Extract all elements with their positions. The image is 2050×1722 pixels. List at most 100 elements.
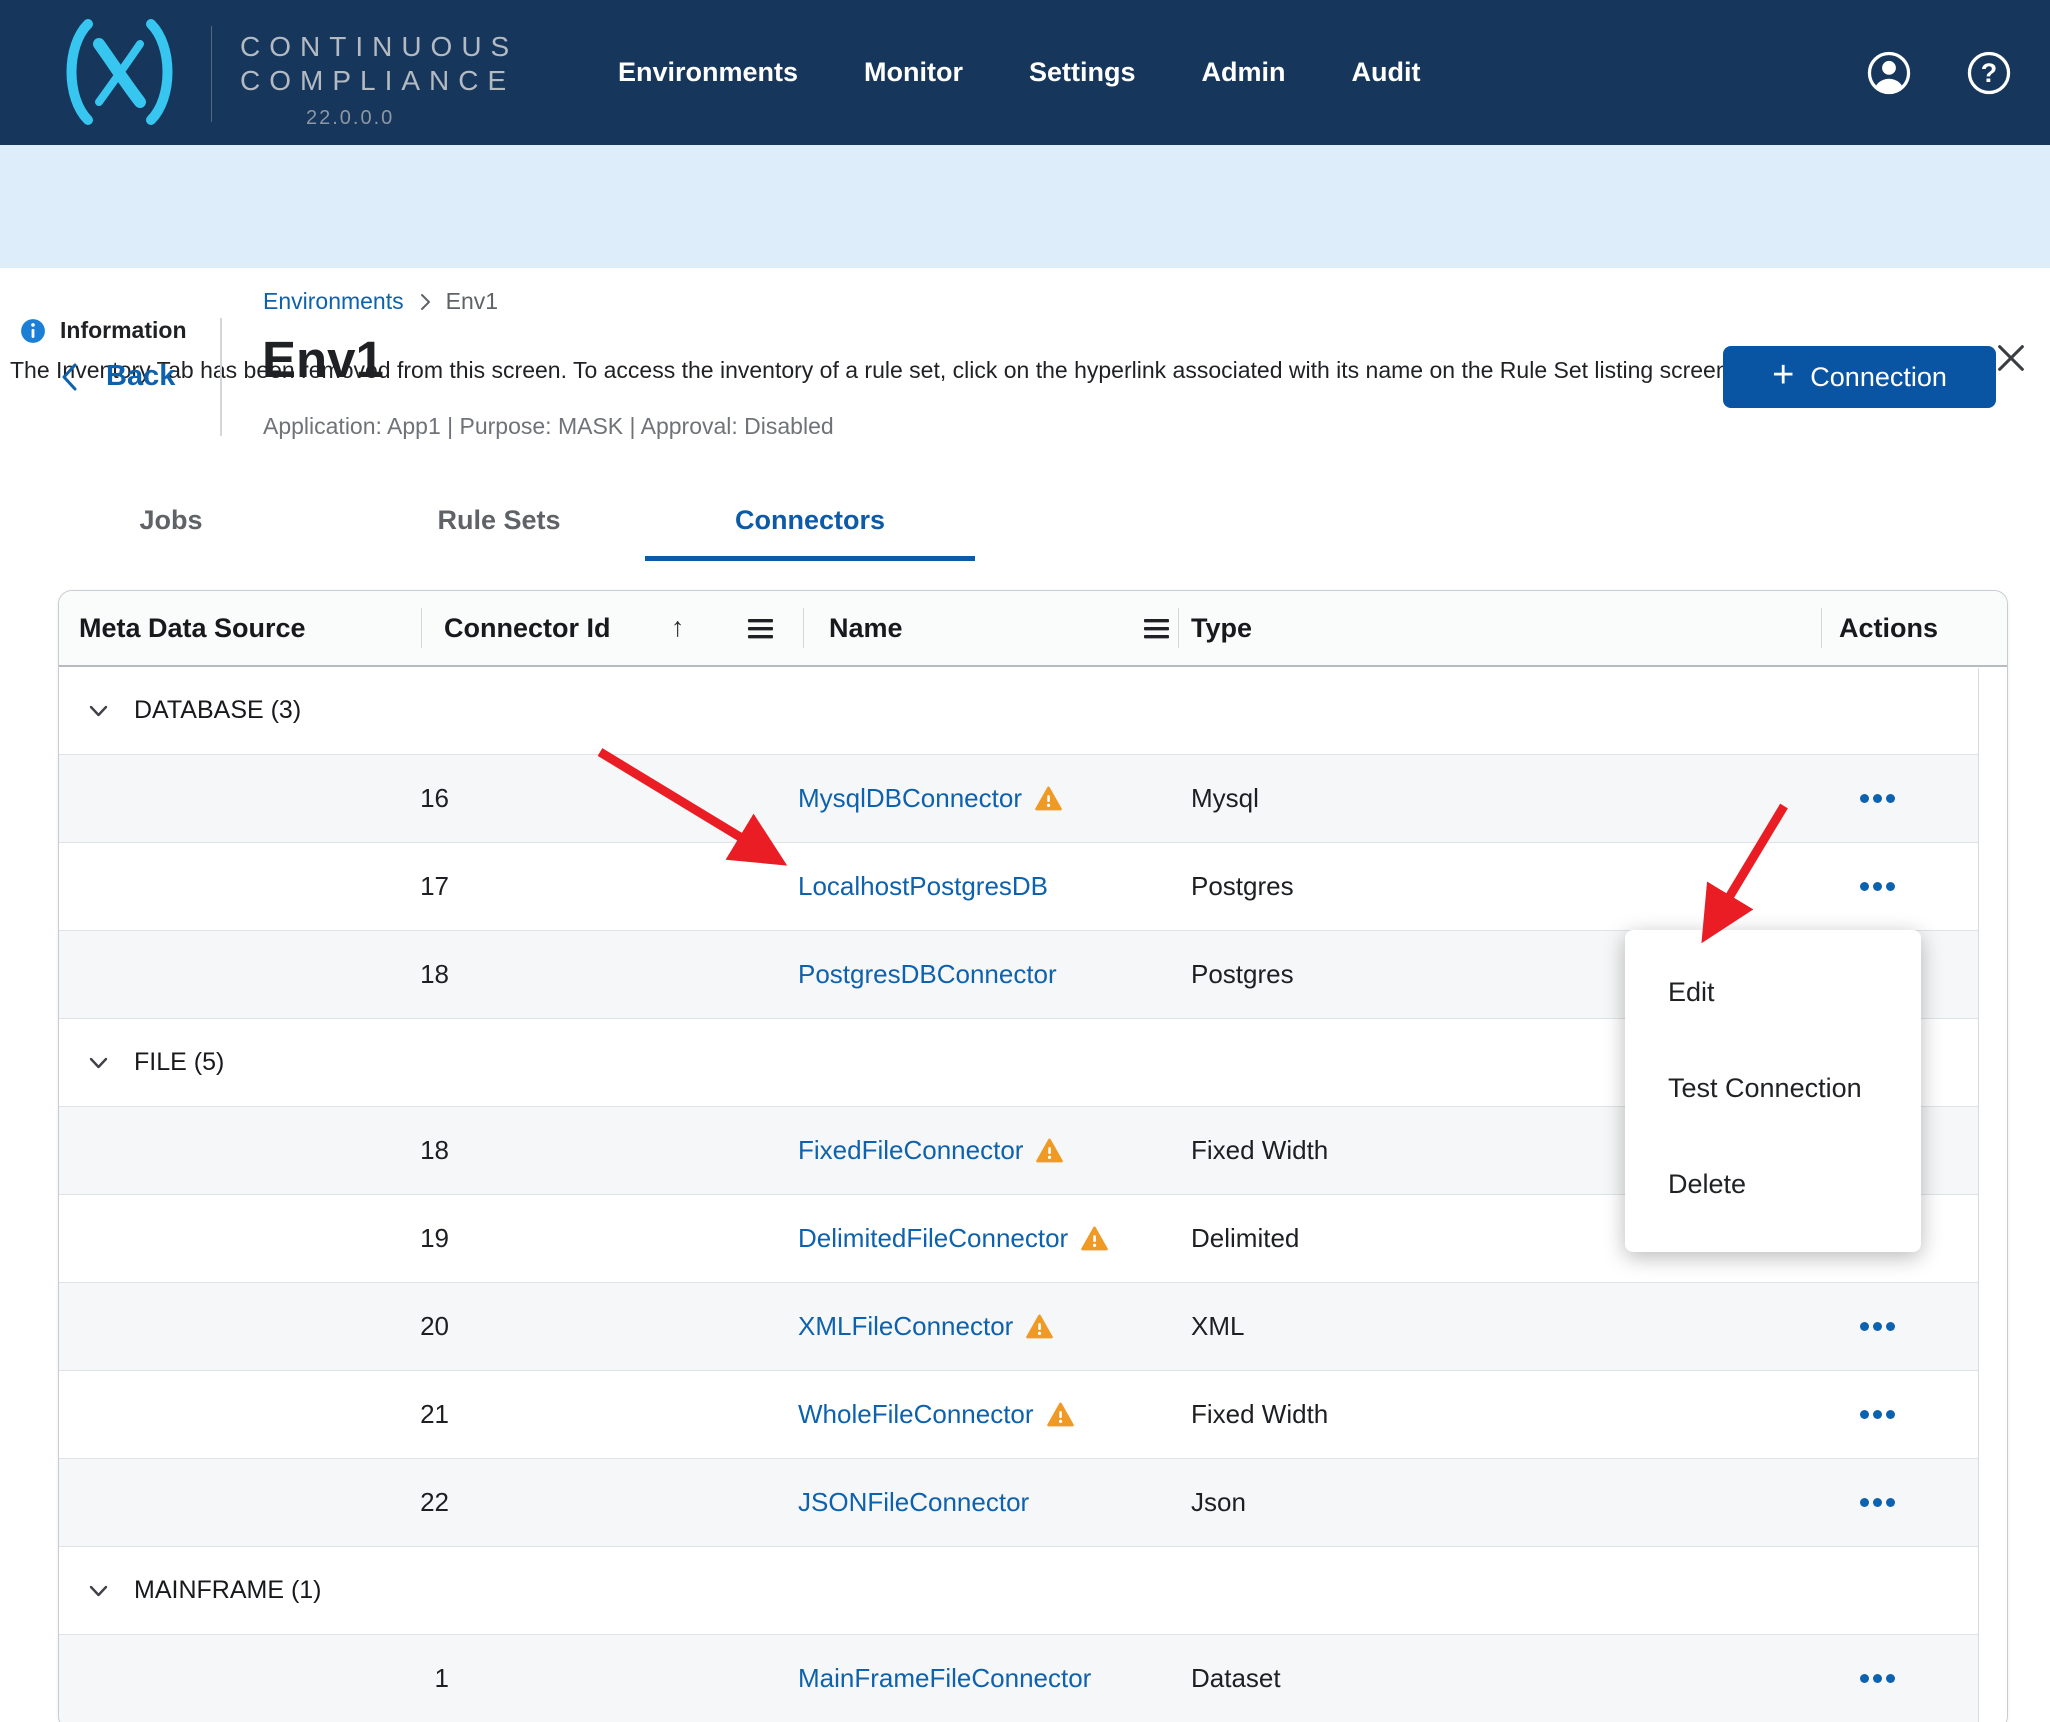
page-title: Env1 — [262, 331, 384, 388]
connector-id-cell: 17 — [420, 871, 449, 901]
row-actions-button[interactable] — [1860, 1371, 1895, 1458]
column-header-type[interactable]: Type — [1191, 591, 1252, 665]
menu-item-test-connection[interactable]: Test Connection — [1625, 1040, 1921, 1136]
connector-name-link[interactable]: MainFrameFileConnector — [798, 1663, 1091, 1694]
tab-jobs[interactable]: Jobs — [139, 505, 202, 536]
connector-type-cell: Postgres — [1191, 959, 1294, 989]
page-subtitle: Application: App1 | Purpose: MASK | Appr… — [263, 413, 834, 439]
connector-name-link[interactable]: MysqlDBConnector — [798, 783, 1022, 814]
page: CONTINUOUS COMPLIANCE 22.0.0.0 Environme… — [0, 0, 2050, 1722]
chevron-left-icon — [62, 363, 77, 390]
row-actions-button[interactable] — [1860, 1635, 1895, 1722]
group-row-mainframe-1[interactable]: MAINFRAME (1) — [59, 1547, 2007, 1635]
add-connection-button[interactable]: + Connection — [1723, 346, 1996, 408]
chevron-down-icon[interactable] — [89, 1055, 108, 1071]
connector-name-cell: XMLFileConnector — [798, 1283, 1054, 1370]
table-row: 20 XMLFileConnector XML — [59, 1283, 2007, 1371]
group-label: DATABASE (3) — [134, 696, 302, 724]
warning-icon — [1046, 1402, 1074, 1427]
column-divider — [421, 608, 422, 648]
user-account-icon[interactable] — [1866, 50, 1912, 96]
connector-id-cell: 21 — [420, 1399, 449, 1429]
connector-name-cell: JSONFileConnector — [798, 1459, 1029, 1546]
table-row: 1 MainFrameFileConnector Dataset — [59, 1635, 2007, 1722]
nav-icons: ? — [1866, 0, 2012, 145]
banner-title: Information — [60, 317, 187, 343]
help-icon[interactable]: ? — [1966, 50, 2012, 96]
chevron-down-icon[interactable] — [89, 703, 108, 719]
row-actions-button[interactable] — [1860, 755, 1895, 842]
group-label: MAINFRAME (1) — [134, 1576, 322, 1604]
top-navbar: CONTINUOUS COMPLIANCE 22.0.0.0 Environme… — [0, 0, 2050, 145]
connector-type-cell: Postgres — [1191, 871, 1294, 901]
column-menu-icon[interactable] — [1143, 617, 1170, 641]
connector-name-cell: PostgresDBConnector — [798, 931, 1057, 1018]
connector-name-cell: LocalhostPostgresDB — [798, 843, 1048, 930]
connector-id-cell: 16 — [420, 783, 449, 813]
connector-type-cell: Dataset — [1191, 1663, 1281, 1693]
plus-icon: + — [1772, 354, 1795, 396]
navbar-divider — [211, 26, 212, 122]
table-row: 21 WholeFileConnector Fixed Width — [59, 1371, 2007, 1459]
back-button[interactable]: Back — [60, 360, 175, 393]
nav-item-environments[interactable]: Environments — [618, 57, 798, 88]
nav-links: Environments Monitor Settings Admin Audit — [618, 0, 1421, 145]
tab-connectors[interactable]: Connectors — [735, 505, 885, 536]
connector-name-cell: FixedFileConnector — [798, 1107, 1064, 1194]
group-label: FILE (5) — [134, 1048, 225, 1076]
row-actions-button[interactable] — [1860, 1283, 1895, 1370]
nav-item-monitor[interactable]: Monitor — [864, 57, 963, 88]
connection-button-label: Connection — [1810, 361, 1947, 392]
nav-item-audit[interactable]: Audit — [1352, 57, 1421, 88]
sort-ascending-icon[interactable]: ↑ — [671, 612, 685, 643]
table-scrollbar-gutter — [1978, 668, 2007, 1722]
nav-item-admin[interactable]: Admin — [1202, 57, 1286, 88]
breadcrumb-environments-link[interactable]: Environments — [263, 288, 404, 315]
row-actions-button[interactable] — [1860, 843, 1895, 930]
warning-icon — [1036, 1138, 1064, 1163]
connector-name-link[interactable]: FixedFileConnector — [798, 1135, 1023, 1166]
warning-icon — [1081, 1226, 1109, 1251]
warning-icon — [1026, 1314, 1054, 1339]
table-row: 17 LocalhostPostgresDB Postgres — [59, 843, 2007, 931]
version-label: 22.0.0.0 — [306, 107, 395, 129]
connector-name-link[interactable]: WholeFileConnector — [798, 1399, 1034, 1430]
menu-item-delete[interactable]: Delete — [1625, 1136, 1921, 1232]
info-banner: Information The Inventory Tab has been r… — [0, 145, 2050, 383]
connector-type-cell: Fixed Width — [1191, 1399, 1329, 1429]
brand-line2: COMPLIANCE — [240, 65, 516, 96]
table-row: 22 JSONFileConnector Json — [59, 1459, 2007, 1547]
chevron-down-icon[interactable] — [89, 1583, 108, 1599]
connector-name-cell: DelimitedFileConnector — [798, 1195, 1109, 1282]
connector-name-link[interactable]: PostgresDBConnector — [798, 959, 1057, 990]
connector-id-cell: 1 — [434, 1663, 449, 1693]
connector-id-cell: 20 — [420, 1311, 449, 1341]
connector-name-link[interactable]: XMLFileConnector — [798, 1311, 1013, 1342]
breadcrumb-current: Env1 — [445, 288, 499, 314]
connector-type-cell: Delimited — [1191, 1223, 1300, 1253]
group-row-database-3[interactable]: DATABASE (3) — [59, 667, 2007, 755]
breadcrumb: Environments Env1 — [263, 288, 498, 315]
connector-name-cell: MainFrameFileConnector — [798, 1635, 1091, 1722]
row-context-menu: Edit Test Connection Delete — [1625, 930, 1921, 1252]
brand-text: CONTINUOUS COMPLIANCE 22.0.0.0 — [240, 30, 518, 130]
column-menu-icon[interactable] — [747, 617, 774, 641]
delphix-logo-icon — [66, 19, 173, 125]
column-divider — [1821, 608, 1822, 648]
column-header-name[interactable]: Name — [829, 591, 903, 665]
close-icon[interactable] — [1994, 341, 2028, 375]
row-actions-button[interactable] — [1860, 1459, 1895, 1546]
column-header-connector-id[interactable]: Connector Id — [444, 591, 611, 665]
connector-name-link[interactable]: DelimitedFileConnector — [798, 1223, 1068, 1254]
connector-name-cell: WholeFileConnector — [798, 1371, 1074, 1458]
connector-name-link[interactable]: JSONFileConnector — [798, 1487, 1029, 1518]
menu-item-edit[interactable]: Edit — [1625, 944, 1921, 1040]
connector-id-cell: 18 — [420, 1135, 449, 1165]
tab-rule-sets[interactable]: Rule Sets — [437, 505, 560, 536]
nav-item-settings[interactable]: Settings — [1029, 57, 1136, 88]
header-divider — [220, 318, 222, 436]
connector-name-link[interactable]: LocalhostPostgresDB — [798, 871, 1048, 902]
warning-icon — [1035, 786, 1062, 811]
column-header-meta-data-source[interactable]: Meta Data Source — [79, 591, 306, 665]
table-header: Meta Data Source Connector Id ↑ Name Typ… — [59, 591, 2007, 667]
